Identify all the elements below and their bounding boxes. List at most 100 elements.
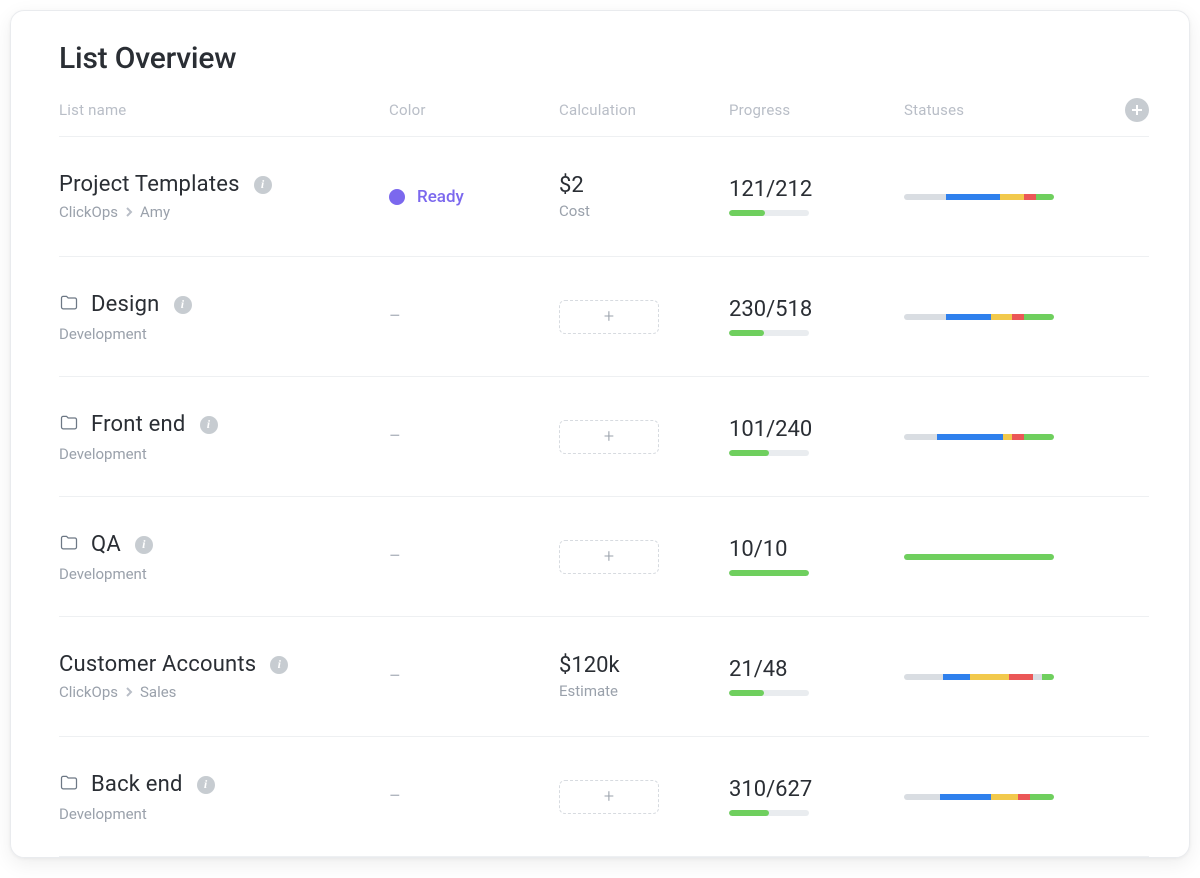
add-calculation-button[interactable]: + bbox=[559, 420, 659, 454]
color-empty: – bbox=[389, 786, 401, 807]
status-segment bbox=[1036, 194, 1054, 200]
breadcrumb: ClickOps Sales bbox=[59, 683, 389, 701]
column-color: Color bbox=[389, 101, 559, 119]
calculation-cell: + bbox=[559, 540, 729, 574]
statuses-cell[interactable] bbox=[904, 554, 1109, 560]
status-segment bbox=[1024, 314, 1054, 320]
breadcrumb-segment[interactable]: Development bbox=[59, 445, 147, 463]
statuses-cell[interactable] bbox=[904, 194, 1109, 200]
list-title[interactable]: Designi bbox=[59, 291, 389, 319]
status-segment bbox=[1024, 434, 1054, 440]
breadcrumb-segment[interactable]: Development bbox=[59, 805, 147, 823]
add-column-button[interactable] bbox=[1125, 98, 1149, 122]
statuses-cell[interactable] bbox=[904, 794, 1109, 800]
color-label: Ready bbox=[417, 187, 464, 207]
statuses-cell[interactable] bbox=[904, 314, 1109, 320]
column-progress: Progress bbox=[729, 101, 904, 119]
info-icon[interactable]: i bbox=[200, 416, 218, 434]
list-title-text: Front end bbox=[91, 412, 186, 437]
color-dot bbox=[389, 189, 405, 205]
info-icon[interactable]: i bbox=[135, 536, 153, 554]
breadcrumb: Development bbox=[59, 565, 389, 583]
color-empty: – bbox=[389, 546, 401, 567]
progress-fill bbox=[729, 210, 765, 216]
info-icon[interactable]: i bbox=[254, 176, 272, 194]
statuses-cell[interactable] bbox=[904, 674, 1109, 680]
color-cell[interactable]: Ready bbox=[389, 187, 559, 207]
breadcrumb-segment[interactable]: Development bbox=[59, 565, 147, 583]
folder-icon bbox=[59, 291, 79, 319]
list-name-cell: Designi Development bbox=[59, 291, 389, 343]
table-row[interactable]: Project TemplatesiClickOpsAmyReady$2Cost… bbox=[59, 137, 1149, 257]
list-name-cell: Project Templates i ClickOps Amy bbox=[59, 172, 389, 221]
plus-icon bbox=[1131, 104, 1143, 116]
progress-cell: 10/10 bbox=[729, 537, 904, 576]
table-row[interactable]: DesigniDevelopment–+230/518 bbox=[59, 257, 1149, 377]
status-segment bbox=[991, 794, 1018, 800]
status-bar bbox=[904, 194, 1054, 200]
info-icon[interactable]: i bbox=[270, 656, 288, 674]
status-segment bbox=[946, 314, 991, 320]
page-title: List Overview bbox=[59, 41, 1149, 76]
status-segment bbox=[1024, 194, 1036, 200]
status-segment bbox=[1012, 434, 1024, 440]
progress-text: 10/10 bbox=[729, 537, 904, 562]
status-segment bbox=[1000, 194, 1024, 200]
progress-fill bbox=[729, 450, 769, 456]
add-calculation-button[interactable]: + bbox=[559, 780, 659, 814]
breadcrumb-segment[interactable]: Development bbox=[59, 325, 147, 343]
info-icon[interactable]: i bbox=[197, 776, 215, 794]
breadcrumb-segment[interactable]: ClickOps bbox=[59, 203, 118, 221]
status-segment bbox=[904, 314, 946, 320]
color-cell[interactable]: – bbox=[389, 306, 559, 327]
progress-fill bbox=[729, 690, 764, 696]
table-row[interactable]: QA i Development – +10/10 bbox=[59, 497, 1149, 617]
chevron-right-icon bbox=[124, 683, 134, 701]
list-title-text: Customer Accounts bbox=[59, 652, 256, 677]
color-cell[interactable]: – bbox=[389, 426, 559, 447]
chevron-right-icon bbox=[124, 203, 134, 221]
progress-bar bbox=[729, 330, 809, 336]
status-segment bbox=[1009, 674, 1033, 680]
folder-icon bbox=[59, 771, 79, 799]
progress-text: 21/48 bbox=[729, 657, 904, 682]
progress-fill bbox=[729, 810, 769, 816]
breadcrumb: Development bbox=[59, 805, 389, 823]
list-title-text: QA bbox=[91, 532, 121, 557]
status-segment bbox=[904, 434, 937, 440]
table-row[interactable]: Customer AccountsiClickOpsSales–$120kEst… bbox=[59, 617, 1149, 737]
color-cell[interactable]: – bbox=[389, 786, 559, 807]
add-calculation-button[interactable]: + bbox=[559, 300, 659, 334]
table-row[interactable]: Front endiDevelopment–+101/240 bbox=[59, 377, 1149, 497]
add-calculation-button[interactable]: + bbox=[559, 540, 659, 574]
color-cell[interactable]: – bbox=[389, 546, 559, 567]
progress-bar bbox=[729, 450, 809, 456]
breadcrumb-segment[interactable]: Amy bbox=[140, 203, 170, 221]
status-segment bbox=[1030, 794, 1054, 800]
progress-cell: 121/212 bbox=[729, 177, 904, 216]
list-title[interactable]: QA i bbox=[59, 531, 389, 559]
status-bar bbox=[904, 674, 1054, 680]
progress-cell: 21/48 bbox=[729, 657, 904, 696]
statuses-cell[interactable] bbox=[904, 434, 1109, 440]
status-segment bbox=[1042, 674, 1054, 680]
progress-text: 121/212 bbox=[729, 177, 904, 202]
list-title[interactable]: Customer Accounts i bbox=[59, 652, 389, 677]
status-segment bbox=[943, 674, 970, 680]
breadcrumb: Development bbox=[59, 325, 389, 343]
list-name-cell: Front end i Development bbox=[59, 411, 389, 463]
breadcrumb-segment[interactable]: Sales bbox=[140, 683, 176, 701]
progress-bar bbox=[729, 690, 809, 696]
progress-fill bbox=[729, 330, 764, 336]
list-name-cell: QA i Development bbox=[59, 531, 389, 583]
calculation-cell: + bbox=[559, 780, 729, 814]
color-cell[interactable]: – bbox=[389, 666, 559, 687]
list-title[interactable]: Front end i bbox=[59, 411, 389, 439]
list-title[interactable]: Back endi bbox=[59, 771, 389, 799]
table-row[interactable]: Back endiDevelopment–+310/627 bbox=[59, 737, 1149, 857]
status-segment bbox=[1003, 434, 1012, 440]
list-title-text: Project Templates bbox=[59, 172, 240, 197]
list-title[interactable]: Project Templates i bbox=[59, 172, 389, 197]
info-icon[interactable]: i bbox=[174, 296, 192, 314]
breadcrumb-segment[interactable]: ClickOps bbox=[59, 683, 118, 701]
